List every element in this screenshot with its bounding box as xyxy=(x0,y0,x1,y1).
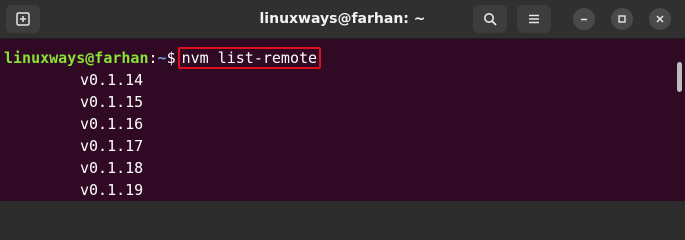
scrollbar-thumb[interactable] xyxy=(677,62,682,92)
new-tab-button[interactable] xyxy=(6,5,40,33)
search-button[interactable] xyxy=(473,5,507,33)
maximize-icon xyxy=(618,15,626,23)
output-line: v0.1.14 xyxy=(80,71,144,89)
minimize-icon xyxy=(581,18,587,21)
hamburger-menu-icon xyxy=(529,14,539,24)
search-icon xyxy=(484,13,497,26)
output-line: v0.1.15 xyxy=(80,93,144,111)
prompt-colon: : xyxy=(148,49,158,67)
prompt-path: ~ xyxy=(157,49,167,67)
output-line: v0.1.17 xyxy=(80,137,144,155)
close-icon xyxy=(656,15,664,23)
prompt-user: linuxways@farhan xyxy=(4,49,149,67)
output-line: v0.1.18 xyxy=(80,159,144,177)
menu-button[interactable] xyxy=(517,5,551,33)
titlebar: linuxways@farhan: ~ xyxy=(0,0,685,39)
terminal-output-area[interactable]: linuxways@farhan:~$ nvm list-remote v0.1.… xyxy=(0,39,685,201)
close-button[interactable] xyxy=(649,8,671,30)
highlighted-command: nvm list-remote xyxy=(177,47,322,69)
minimize-button[interactable] xyxy=(573,8,595,30)
maximize-button[interactable] xyxy=(611,8,633,30)
prompt-symbol: $ xyxy=(166,49,176,67)
terminal-window: linuxways@farhan: ~ linuxways@farhan:~$ … xyxy=(0,0,685,201)
output-line: v0.1.16 xyxy=(80,115,144,133)
output-line: v0.1.19 xyxy=(80,181,144,199)
prompt-line: linuxways@farhan:~$ nvm list-remote xyxy=(4,47,322,69)
new-tab-icon xyxy=(16,12,30,26)
